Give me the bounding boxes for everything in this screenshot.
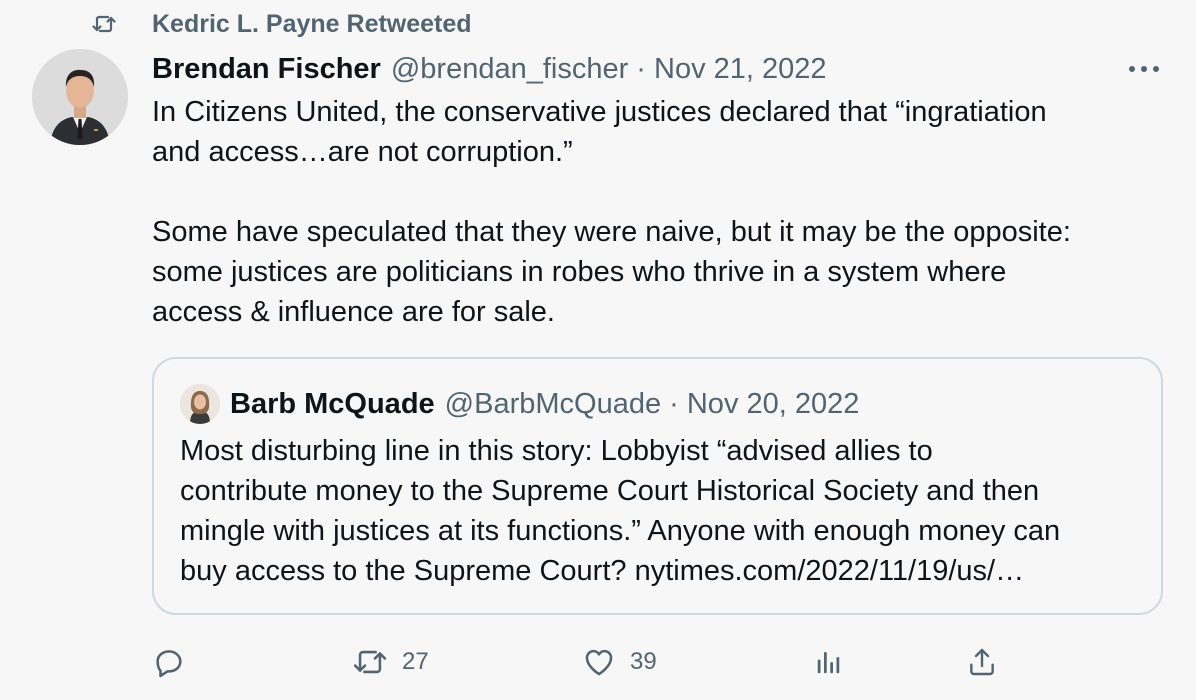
quoted-author-handle-and-date[interactable]: @BarbMcQuade · Nov 20, 2022 [445, 388, 860, 421]
tweet-header: Brendan Fischer @brendan_fischer · Nov 2… [152, 50, 827, 88]
quoted-text-line: contribute money to the Supreme Court Hi… [180, 475, 1040, 507]
tweet-text-line: Some have speculated that they were naiv… [152, 216, 1071, 248]
tweet-action-bar: 27 39 [152, 638, 1162, 686]
quoted-author-name[interactable]: Barb McQuade [230, 388, 435, 421]
retweet-indicator[interactable]: Kedric L. Payne Retweeted [92, 8, 472, 40]
heart-icon [582, 645, 616, 679]
quoted-text-line: mingle with justices at its functions.” … [180, 515, 1061, 547]
reply-icon [152, 645, 186, 679]
quoted-author-avatar [180, 384, 220, 424]
retweet-button[interactable]: 27 [352, 638, 429, 686]
tweet-text: In Citizens United, the conservative jus… [152, 92, 1152, 332]
quoted-tweet-text: Most disturbing line in this story: Lobb… [180, 431, 1060, 591]
retweet-icon [352, 645, 388, 679]
like-count: 39 [630, 648, 657, 675]
share-button[interactable] [966, 638, 998, 686]
retweeted-by-label[interactable]: Kedric L. Payne Retweeted [152, 10, 472, 39]
more-icon [1128, 60, 1160, 78]
like-button[interactable]: 39 [582, 638, 657, 686]
quoted-text-line: buy access to the Supreme Court? nytimes… [180, 555, 1025, 587]
views-button[interactable] [814, 638, 844, 686]
quoted-tweet-header: Barb McQuade @BarbMcQuade · Nov 20, 2022 [180, 383, 859, 425]
tweet-text-line: In Citizens United, the conservative jus… [152, 96, 1047, 128]
reply-button[interactable] [152, 638, 186, 686]
author-handle-and-date[interactable]: @brendan_fischer · Nov 21, 2022 [391, 53, 827, 86]
quoted-text-line: Most disturbing line in this story: Lobb… [180, 435, 933, 467]
tweet-text-line: some justices are politicians in robes w… [152, 256, 1007, 288]
tweet-text-line: access & influence are for sale. [152, 296, 555, 328]
retweet-icon [92, 12, 116, 36]
quoted-tweet-card[interactable]: Barb McQuade @BarbMcQuade · Nov 20, 2022… [152, 357, 1163, 615]
author-name[interactable]: Brendan Fischer [152, 53, 381, 86]
tweet-text-line: and access…are not corruption.” [152, 136, 573, 168]
more-options-button[interactable] [1124, 54, 1164, 84]
share-icon [966, 646, 998, 678]
views-icon [814, 647, 844, 677]
avatar[interactable] [32, 49, 128, 145]
retweet-count: 27 [402, 648, 429, 675]
